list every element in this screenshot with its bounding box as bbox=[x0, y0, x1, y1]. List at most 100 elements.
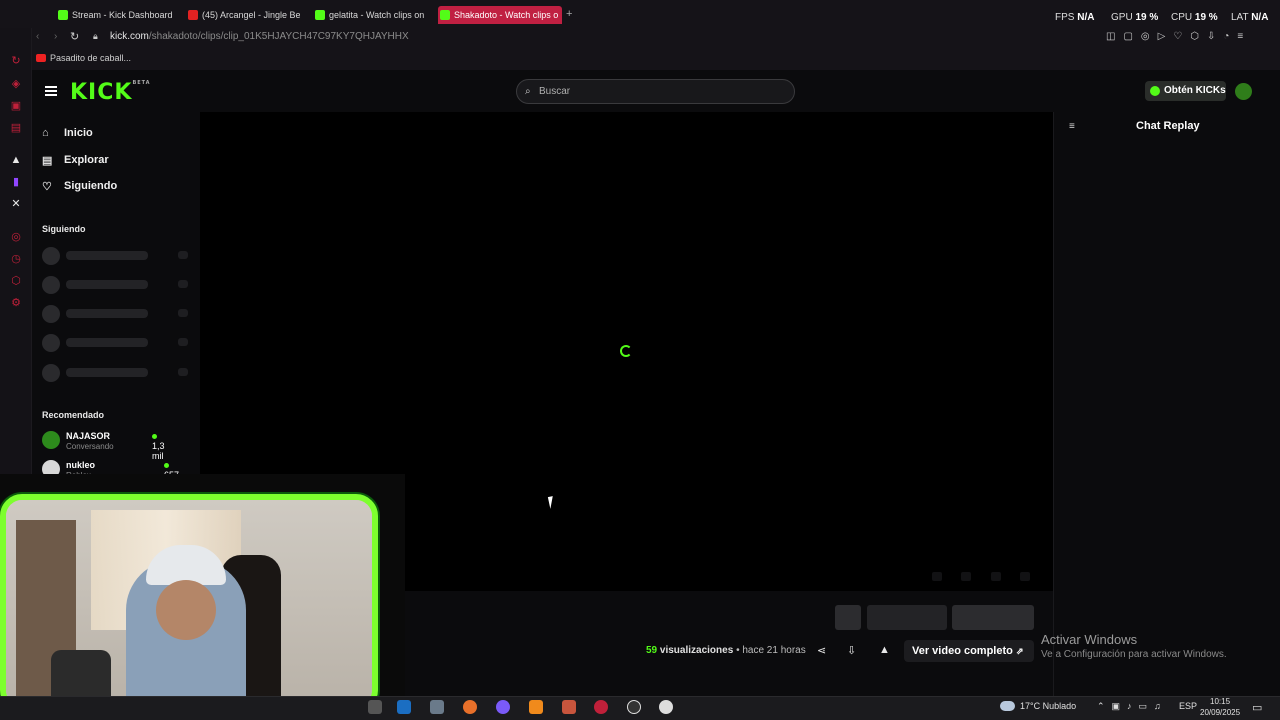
tray-icons[interactable]: ⌃▣♪▭♫ bbox=[1097, 701, 1168, 712]
twitch-icon[interactable]: ▮ bbox=[10, 176, 22, 188]
aria-icon[interactable]: ▲ bbox=[10, 154, 22, 166]
skeleton-line bbox=[178, 280, 188, 288]
url-field[interactable]: kick.com/shakadoto/clips/clip_01K5HJAYCH… bbox=[110, 31, 409, 42]
obs-icon[interactable] bbox=[627, 700, 641, 714]
fps-stat: FPS N/A bbox=[1055, 12, 1095, 23]
discord-icon[interactable] bbox=[496, 700, 510, 714]
full-video-button[interactable]: Ver video completo ⇗ bbox=[904, 640, 1034, 662]
chat-panel bbox=[1053, 112, 1280, 697]
lat-stat: LAT N/A bbox=[1231, 12, 1269, 23]
skeleton-line bbox=[66, 338, 148, 347]
external-link-icon: ⇗ bbox=[1015, 646, 1024, 656]
gpu-stat: GPU 19 % bbox=[1111, 12, 1159, 23]
new-tab-icon[interactable]: + bbox=[566, 8, 572, 20]
sidebar-app-icon[interactable]: ▤ bbox=[10, 122, 22, 134]
player-control-icon[interactable] bbox=[1020, 572, 1030, 581]
player-control-icon[interactable] bbox=[961, 572, 971, 581]
skeleton-avatar bbox=[42, 334, 60, 352]
forward-icon[interactable]: › bbox=[54, 31, 57, 42]
skeleton-line bbox=[952, 605, 1034, 630]
skeleton-line bbox=[178, 368, 188, 376]
recommended-section-title: Recomendado bbox=[42, 410, 105, 420]
skeleton-line bbox=[867, 605, 947, 630]
loading-spinner-icon bbox=[620, 345, 632, 357]
collapse-chat-icon[interactable]: ≡ bbox=[1069, 121, 1075, 132]
tab-youtube[interactable]: (45) Arcangel - Jingle Be bbox=[186, 6, 300, 24]
explore-icon: ▤ bbox=[42, 155, 53, 167]
get-kicks-button[interactable]: Obtén KICKs bbox=[1145, 81, 1226, 101]
live-dot-icon bbox=[152, 434, 157, 440]
live-dot-icon bbox=[164, 463, 169, 469]
bookmark-item[interactable]: Pasadito de caball... bbox=[36, 53, 131, 63]
skeleton-line bbox=[66, 280, 148, 289]
back-icon[interactable]: ‹ bbox=[36, 31, 39, 42]
skeleton-avatar bbox=[42, 276, 60, 294]
toolbar-icons[interactable]: ◫▢◎▷♡⬡⇩◔≡ bbox=[1106, 31, 1251, 42]
avatar bbox=[42, 431, 60, 449]
clock[interactable]: 10:15 20/09/2025 bbox=[1200, 696, 1240, 718]
sidebar-app-icon[interactable]: ◈ bbox=[10, 78, 22, 90]
heart-icon: ♡ bbox=[42, 181, 52, 193]
notifications-icon[interactable]: ▭ bbox=[1252, 701, 1262, 714]
youtube-favicon-icon bbox=[188, 10, 198, 20]
skeleton-line bbox=[66, 368, 148, 377]
skeleton-line bbox=[178, 251, 188, 259]
language-indicator[interactable]: ESP bbox=[1179, 701, 1197, 711]
skeleton-line bbox=[178, 309, 188, 317]
skeleton-avatar bbox=[42, 305, 60, 323]
report-icon[interactable]: ▲ bbox=[879, 644, 890, 656]
sidebar-app-icon[interactable]: ⬡ bbox=[10, 275, 22, 287]
chat-title: Chat Replay bbox=[1136, 120, 1200, 132]
outlook-icon[interactable] bbox=[397, 700, 411, 714]
search-input[interactable]: ⌕ Buscar bbox=[516, 79, 795, 104]
share-icon[interactable]: ⋖ bbox=[817, 644, 826, 657]
skeleton-avatar bbox=[42, 247, 60, 265]
settings-icon[interactable]: ⚙ bbox=[10, 297, 22, 309]
history-icon[interactable]: ◷ bbox=[10, 253, 22, 265]
sidebar-app-icon[interactable]: ↻ bbox=[10, 55, 22, 67]
tab-shakadoto[interactable]: Shakadoto - Watch clips o bbox=[438, 6, 562, 24]
sidebar-item-siguiendo[interactable]: ♡ Siguiendo bbox=[42, 180, 117, 193]
sidebar-app-icon[interactable]: ▣ bbox=[10, 100, 22, 112]
firefox-icon[interactable] bbox=[463, 700, 477, 714]
download-icon[interactable]: ⇩ bbox=[847, 644, 856, 657]
skeleton-line bbox=[66, 309, 148, 318]
clip-stats: 59 visualizaciones • hace 21 horas bbox=[646, 645, 806, 656]
sidebar-app-icon[interactable]: ◎ bbox=[10, 231, 22, 243]
opera-icon[interactable] bbox=[594, 700, 608, 714]
following-section-title: Siguiendo bbox=[42, 224, 86, 234]
kick-favicon-icon bbox=[58, 10, 68, 20]
menu-icon[interactable] bbox=[45, 86, 57, 96]
skeleton-avatar bbox=[835, 605, 861, 630]
player-control-icon[interactable] bbox=[932, 572, 942, 581]
kick-favicon-icon bbox=[315, 10, 325, 20]
tab-gelatita[interactable]: gelatita - Watch clips on bbox=[313, 6, 427, 24]
sidebar-item-inicio[interactable]: ⌂ Inicio bbox=[42, 127, 93, 139]
viewer-count: 1,3 mil bbox=[152, 431, 165, 461]
weather-text[interactable]: 17°C Nublado bbox=[1020, 701, 1076, 711]
webcam-overlay bbox=[0, 494, 378, 712]
cpu-stat: CPU 19 % bbox=[1171, 12, 1218, 23]
sidebar-item-explorar[interactable]: ▤ Explorar bbox=[42, 154, 109, 167]
skeleton-line bbox=[178, 338, 188, 346]
player-control-icon[interactable] bbox=[991, 572, 1001, 581]
kick-logo[interactable]: KICKBETA bbox=[70, 80, 151, 105]
skeleton-line bbox=[66, 251, 148, 260]
vlc-icon[interactable] bbox=[529, 700, 543, 714]
reload-icon[interactable]: ↻ bbox=[70, 30, 79, 43]
kick-favicon-icon bbox=[440, 10, 450, 20]
weather-icon bbox=[1000, 701, 1015, 711]
avatar[interactable] bbox=[1235, 83, 1252, 100]
app-icon[interactable] bbox=[430, 700, 444, 714]
x-icon[interactable]: ✕ bbox=[10, 198, 22, 210]
kicks-coin-icon bbox=[1150, 86, 1160, 96]
search-icon: ⌕ bbox=[525, 86, 531, 97]
app-icon[interactable] bbox=[368, 700, 382, 714]
lock-icon: 🔒︎ bbox=[93, 31, 98, 41]
home-icon: ⌂ bbox=[42, 127, 49, 139]
app-icon[interactable] bbox=[562, 700, 576, 714]
windows-watermark-title: Activar Windows bbox=[1041, 632, 1138, 647]
app-icon[interactable] bbox=[659, 700, 673, 714]
bookmarks-bar bbox=[32, 48, 1280, 70]
tab-stream-dashboard[interactable]: Stream - Kick Dashboard bbox=[56, 6, 174, 24]
